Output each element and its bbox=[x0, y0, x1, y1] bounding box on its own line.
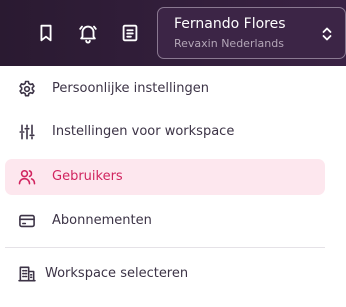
menu-item-label: Gebruikers bbox=[52, 169, 123, 184]
menu-item-personal-settings[interactable]: Persoonlijke instellingen bbox=[5, 71, 325, 107]
menu-divider bbox=[5, 247, 325, 248]
account-organization: Revaxin Nederlands bbox=[174, 37, 284, 50]
sliders-icon bbox=[17, 122, 37, 142]
menu-item-label: Workspace selecteren bbox=[45, 266, 189, 281]
chevron-up-down-icon bbox=[319, 24, 335, 44]
menu-item-select-workspace[interactable]: Workspace selecteren bbox=[5, 256, 325, 292]
users-icon bbox=[17, 167, 37, 187]
menu-item-users[interactable]: Gebruikers bbox=[5, 159, 325, 195]
newspaper-icon[interactable] bbox=[119, 22, 141, 44]
menu-item-label: Persoonlijke instellingen bbox=[52, 81, 209, 96]
building-icon bbox=[17, 264, 37, 284]
account-switcher[interactable]: Fernando Flores Revaxin Nederlands bbox=[157, 7, 346, 59]
bell-icon[interactable] bbox=[77, 22, 99, 44]
gear-icon bbox=[17, 79, 37, 99]
menu-item-subscriptions[interactable]: Abonnementen bbox=[5, 203, 325, 239]
top-bar: Fernando Flores Revaxin Nederlands bbox=[0, 0, 346, 66]
menu-item-label: Abonnementen bbox=[52, 213, 152, 228]
bookmark-icon[interactable] bbox=[35, 22, 57, 44]
account-name: Fernando Flores bbox=[174, 16, 286, 32]
menu-item-label: Instellingen voor workspace bbox=[52, 124, 235, 139]
menu-item-workspace-settings[interactable]: Instellingen voor workspace bbox=[5, 114, 325, 150]
credit-card-icon bbox=[17, 211, 37, 231]
